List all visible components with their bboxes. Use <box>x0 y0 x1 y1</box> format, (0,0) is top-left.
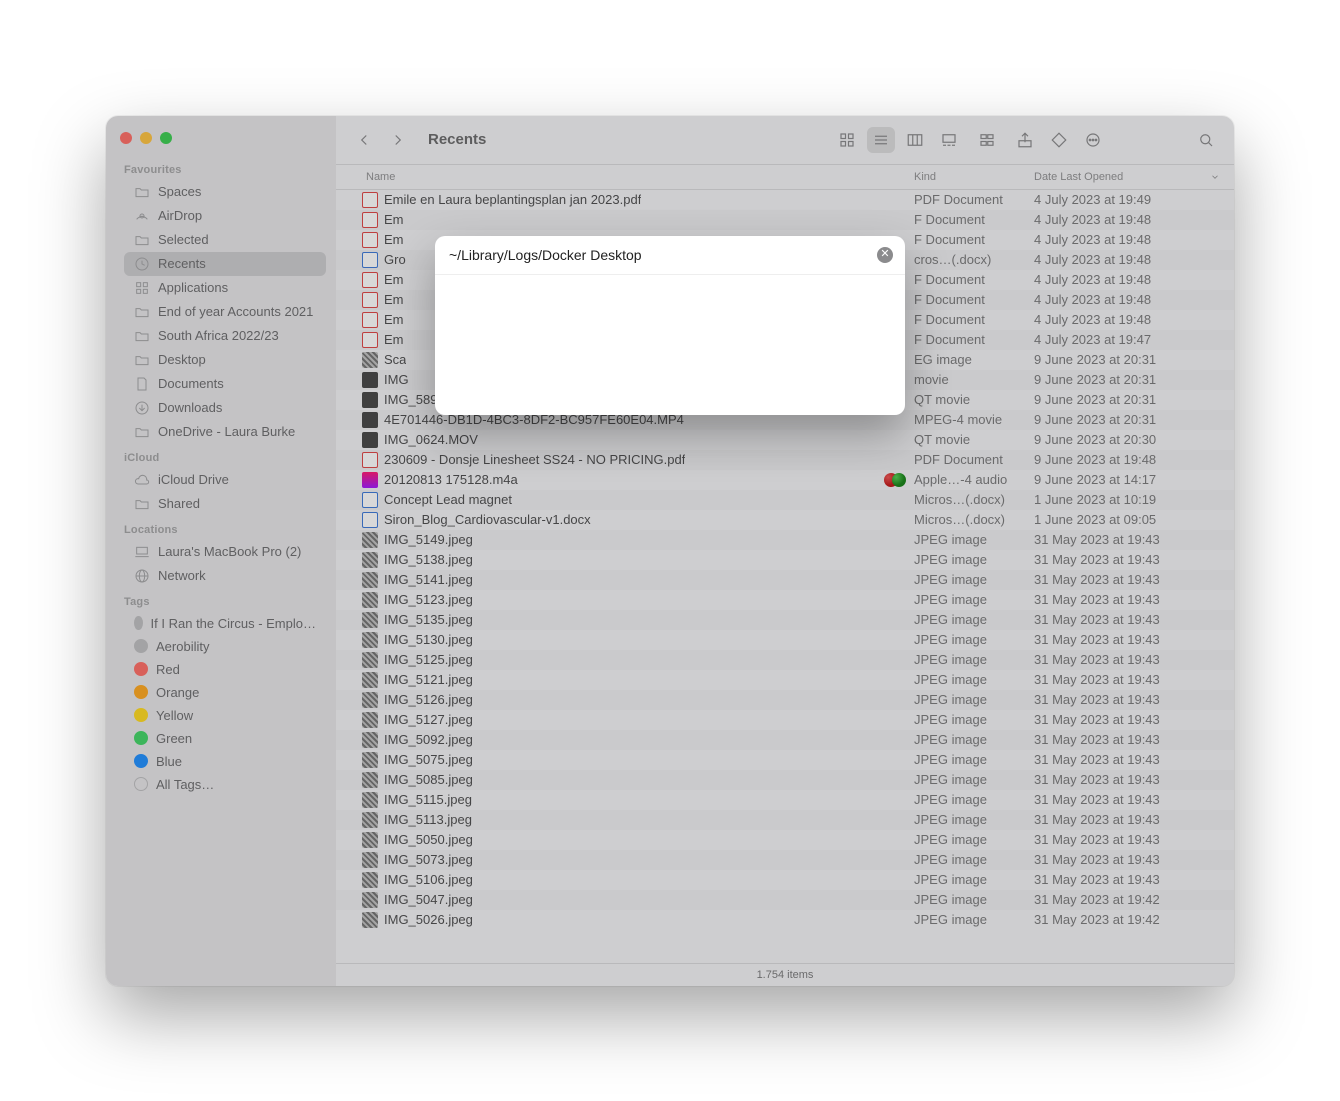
finder-window: Favourites SpacesAirDropSelectedRecentsA… <box>106 116 1234 986</box>
clear-input-button[interactable]: ✕ <box>877 247 893 263</box>
go-to-folder-input[interactable] <box>447 246 877 264</box>
go-to-folder-dialog: ✕ <box>435 236 905 415</box>
go-to-folder-suggestions <box>435 275 905 415</box>
